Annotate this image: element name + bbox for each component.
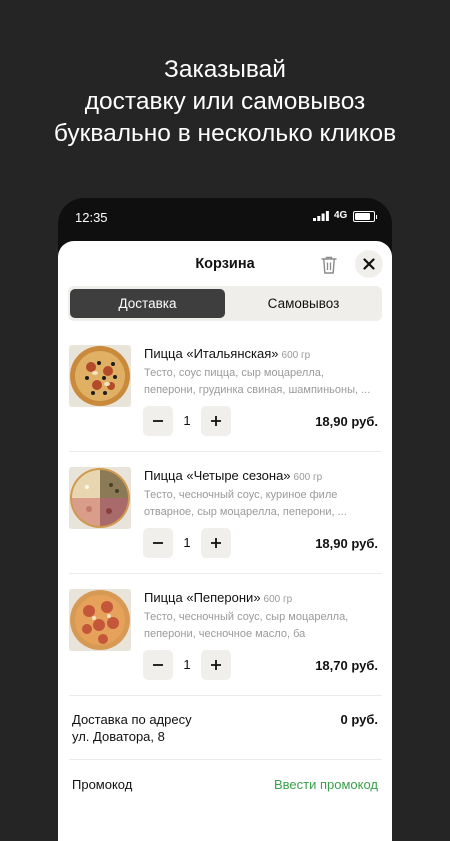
item-desc-line: отварное, сыр моцарелла, пеперони, ... xyxy=(144,505,347,518)
network-type: 4G xyxy=(334,210,348,221)
pizza-image xyxy=(69,589,131,651)
enter-promo-link[interactable]: Ввести промокод xyxy=(274,777,378,792)
item-title: Пицца «Пеперони» xyxy=(144,590,261,605)
item-weight: 600 гр xyxy=(263,594,293,605)
divider xyxy=(69,451,382,452)
item-title: Пицца «Итальянская» xyxy=(144,346,279,361)
cart-title: Корзина xyxy=(195,256,255,272)
divider xyxy=(69,695,382,696)
decrease-button[interactable] xyxy=(143,406,173,436)
headline-line-1: Заказывай xyxy=(164,56,286,83)
tab-pickup[interactable]: Самовывоз xyxy=(226,289,381,318)
divider xyxy=(69,573,382,574)
item-description: Тесто, чесночный соус, куриное филе отва… xyxy=(144,487,380,520)
increase-button[interactable] xyxy=(201,650,231,680)
item-desc-line: Тесто, чесночный соус, куриное филе xyxy=(144,489,338,501)
minus-icon xyxy=(153,542,163,544)
increase-button[interactable] xyxy=(201,406,231,436)
close-icon xyxy=(363,258,375,270)
increase-button[interactable] xyxy=(201,528,231,558)
delivery-label: Доставка по адресу xyxy=(72,712,192,727)
divider xyxy=(69,759,382,760)
headline-line-3: буквально в несколько кликов xyxy=(53,120,397,147)
item-name: Пицца «Итальянская» 600 гр xyxy=(144,346,310,361)
quantity-stepper: 1 xyxy=(143,650,231,680)
item-title: Пицца «Четыре сезона» xyxy=(144,468,291,483)
item-description: Тесто, соус пицца, сыр моцарелла, пеперо… xyxy=(144,365,380,398)
item-name: Пицца «Четыре сезона» 600 гр xyxy=(144,468,322,483)
item-price: 18,90 руб. xyxy=(315,536,378,551)
trash-icon[interactable] xyxy=(320,255,338,275)
minus-icon xyxy=(153,664,163,666)
item-weight: 600 гр xyxy=(281,350,311,361)
quantity-value: 1 xyxy=(183,657,191,672)
status-bar: 12:35 4G xyxy=(58,198,392,238)
quantity-value: 1 xyxy=(183,535,191,550)
status-time: 12:35 xyxy=(75,210,108,225)
decrease-button[interactable] xyxy=(143,650,173,680)
promo-label: Промокод xyxy=(72,777,133,792)
quantity-stepper: 1 xyxy=(143,406,231,436)
item-description: Тесто, чесночный соус, сыр моцарелла, пе… xyxy=(144,609,380,642)
item-desc-line: пеперони, грудинка свиная, шампиньоны, .… xyxy=(144,383,371,396)
delivery-address: Доставка по адресу ул. Доватора, 8 xyxy=(72,711,192,745)
item-name: Пицца «Пеперони» 600 гр xyxy=(144,590,292,605)
headline-line-2: доставку или самовывоз xyxy=(84,88,366,115)
item-desc-line: Тесто, соус пицца, сыр моцарелла, xyxy=(144,367,324,379)
item-weight: 600 гр xyxy=(293,472,323,483)
item-desc-line: Тесто, чесночный соус, сыр моцарелла, xyxy=(144,611,349,623)
cart-item: Пицца «Пеперони» 600 гр Тесто, чесночный … xyxy=(58,589,392,711)
delivery-price: 0 руб. xyxy=(340,712,378,727)
delivery-street: ул. Доватора, 8 xyxy=(72,729,165,744)
plus-icon xyxy=(211,538,221,548)
battery-icon xyxy=(353,211,377,222)
minus-icon xyxy=(153,420,163,422)
promo-headline: Заказывай доставку или самовывоз букваль… xyxy=(0,54,450,150)
close-button[interactable] xyxy=(355,250,383,278)
quantity-stepper: 1 xyxy=(143,528,231,558)
pizza-image xyxy=(69,467,131,529)
plus-icon xyxy=(211,416,221,426)
cart-item: Пицца «Четыре сезона» 600 гр Тесто, чесно… xyxy=(58,467,392,589)
cart-sheet: Корзина Доставка Самовывоз Пицца «Италья… xyxy=(58,241,392,841)
signal-icon xyxy=(313,211,329,221)
delivery-mode-switch: Доставка Самовывоз xyxy=(68,286,382,321)
quantity-value: 1 xyxy=(183,413,191,428)
item-price: 18,70 руб. xyxy=(315,658,378,673)
plus-icon xyxy=(211,660,221,670)
item-price: 18,90 руб. xyxy=(315,414,378,429)
decrease-button[interactable] xyxy=(143,528,173,558)
tab-delivery[interactable]: Доставка xyxy=(70,289,225,318)
cart-item: Пицца «Итальянская» 600 гр Тесто, соус пи… xyxy=(58,345,392,467)
pizza-image xyxy=(69,345,131,407)
item-desc-line: пеперони, чесночное масло, ба xyxy=(144,627,306,640)
